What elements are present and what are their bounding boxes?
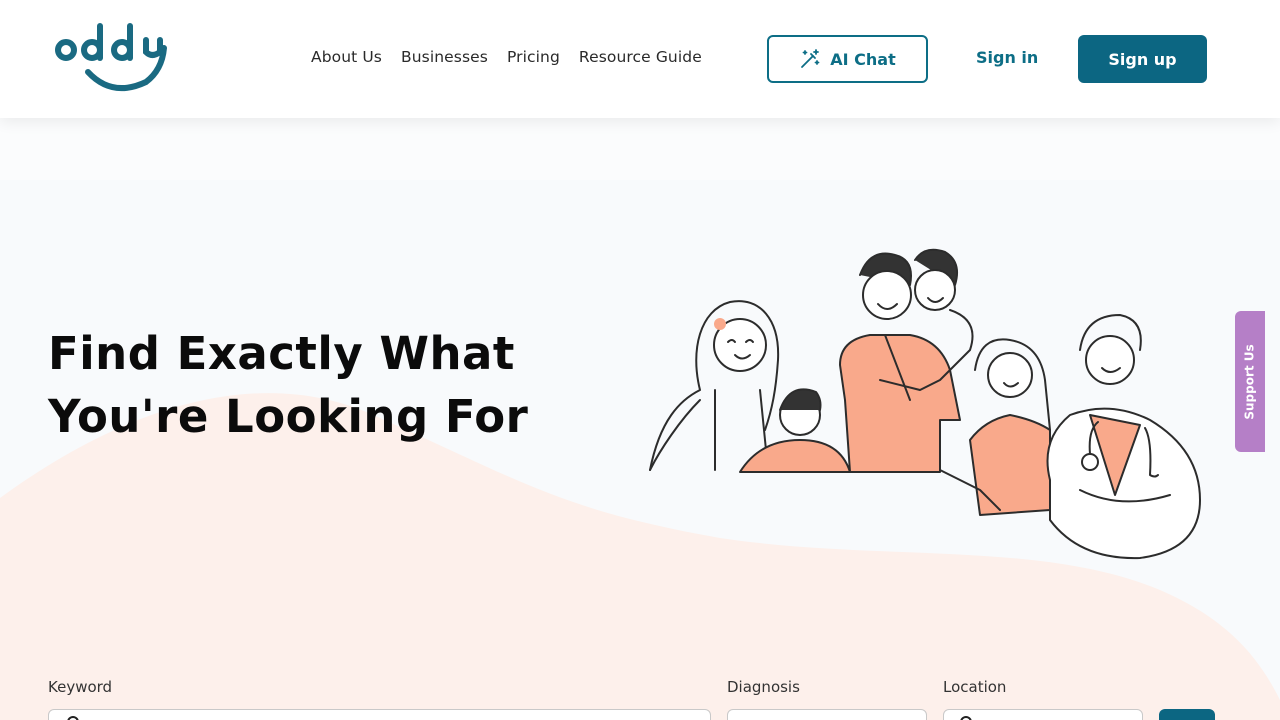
diagnosis-select[interactable] — [727, 709, 927, 720]
group-of-people-illustration — [649, 248, 1201, 560]
support-us-label: Support Us — [1243, 343, 1258, 420]
location-label: Location — [943, 678, 1007, 696]
sign-in-link[interactable]: Sign in — [976, 48, 1038, 67]
site-header: About Us Businesses Pricing Resource Gui… — [0, 0, 1280, 118]
search-icon — [67, 716, 79, 720]
oddy-logo[interactable] — [52, 18, 176, 98]
diagnosis-label: Diagnosis — [727, 678, 800, 696]
location-input[interactable] — [943, 709, 1143, 720]
nav-about-us[interactable]: About Us — [311, 48, 382, 66]
hero-title: Find Exactly What You're Looking For — [48, 322, 568, 448]
hero-title-line-1: Find Exactly What — [48, 327, 515, 380]
ai-chat-button[interactable]: AI Chat — [767, 35, 928, 83]
map-pin-icon — [960, 716, 972, 720]
search-button[interactable] — [1159, 709, 1215, 720]
nav-resource-guide[interactable]: Resource Guide — [579, 48, 702, 66]
sign-up-button[interactable]: Sign up — [1078, 35, 1207, 83]
nav-businesses[interactable]: Businesses — [401, 48, 488, 66]
support-us-tab[interactable]: Support Us — [1235, 311, 1265, 452]
main-nav: About Us Businesses Pricing Resource Gui… — [311, 48, 721, 66]
hero-title-line-2: You're Looking For — [48, 390, 529, 443]
keyword-input[interactable] — [48, 709, 711, 720]
magic-wand-icon — [801, 49, 820, 68]
ai-chat-label: AI Chat — [830, 49, 896, 69]
keyword-label: Keyword — [48, 678, 113, 696]
nav-pricing[interactable]: Pricing — [507, 48, 560, 66]
